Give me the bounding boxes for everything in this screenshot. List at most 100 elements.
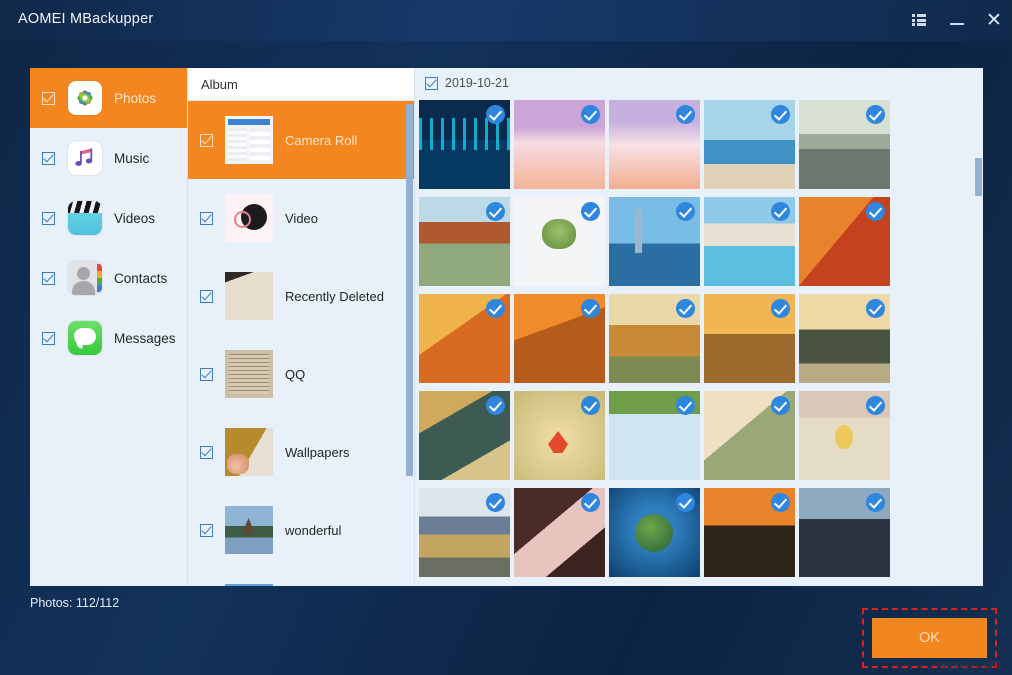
album-item-label: Camera Roll xyxy=(285,133,357,148)
album-thumbnail xyxy=(225,584,273,586)
photo-selected-icon[interactable] xyxy=(676,105,695,124)
album-checkbox[interactable] xyxy=(200,134,213,147)
photo-selected-icon[interactable] xyxy=(581,493,600,512)
album-scrollbar-thumb[interactable] xyxy=(406,104,413,476)
photo-thumbnail[interactable] xyxy=(799,391,890,480)
videos-checkbox[interactable] xyxy=(42,212,55,225)
photo-thumbnail[interactable] xyxy=(609,391,700,480)
photo-thumbnail[interactable] xyxy=(609,100,700,189)
photo-selected-icon[interactable] xyxy=(771,105,790,124)
photo-selected-icon[interactable] xyxy=(676,396,695,415)
photo-thumbnail[interactable] xyxy=(704,294,795,383)
photo-thumbnail[interactable] xyxy=(704,488,795,577)
photo-thumbnail[interactable] xyxy=(799,488,890,577)
album-item-video[interactable]: Video xyxy=(188,179,414,257)
photo-thumbnail[interactable] xyxy=(419,294,510,383)
album-checkbox[interactable] xyxy=(200,446,213,459)
photo-thumbnail[interactable] xyxy=(419,488,510,577)
messages-checkbox[interactable] xyxy=(42,332,55,345)
album-thumbnail xyxy=(225,428,273,476)
photo-grid[interactable] xyxy=(419,100,983,586)
photo-selected-icon[interactable] xyxy=(581,105,600,124)
photo-selected-icon[interactable] xyxy=(866,202,885,221)
photo-selected-icon[interactable] xyxy=(676,299,695,318)
photo-thumbnail[interactable] xyxy=(609,488,700,577)
photo-selected-icon[interactable] xyxy=(866,105,885,124)
album-item-qq[interactable]: QQ xyxy=(188,335,414,413)
photo-thumbnail[interactable] xyxy=(514,294,605,383)
contacts-checkbox[interactable] xyxy=(42,272,55,285)
photo-selected-icon[interactable] xyxy=(486,396,505,415)
photo-selected-icon[interactable] xyxy=(771,396,790,415)
sidebar-item-label: Videos xyxy=(114,211,155,226)
photo-scrollbar-track[interactable] xyxy=(975,100,982,580)
album-item-recently-deleted[interactable]: Recently Deleted xyxy=(188,257,414,335)
ok-button[interactable]: OK xyxy=(872,618,987,658)
music-checkbox[interactable] xyxy=(42,152,55,165)
album-checkbox[interactable] xyxy=(200,212,213,225)
minimize-icon[interactable] xyxy=(944,8,970,32)
photo-thumbnail[interactable] xyxy=(704,391,795,480)
close-icon[interactable]: ✕ xyxy=(981,8,1007,32)
photo-thumbnail[interactable] xyxy=(704,100,795,189)
photo-thumbnail[interactable] xyxy=(609,294,700,383)
music-note-glyph xyxy=(68,141,102,175)
photo-thumbnail[interactable] xyxy=(419,197,510,286)
photo-selected-icon[interactable] xyxy=(866,493,885,512)
photo-selected-icon[interactable] xyxy=(486,202,505,221)
photo-thumbnail[interactable] xyxy=(799,294,890,383)
photo-thumbnail[interactable] xyxy=(704,197,795,286)
album-item-label: Video xyxy=(285,211,318,226)
list-icon[interactable] xyxy=(906,8,932,32)
photo-thumbnail[interactable] xyxy=(514,488,605,577)
album-list[interactable]: Camera Roll Video Recently Deleted xyxy=(188,101,414,586)
photo-thumbnail[interactable] xyxy=(419,100,510,189)
photo-selected-icon[interactable] xyxy=(866,299,885,318)
app-title: AOMEI MBackupper xyxy=(18,11,153,27)
photo-selected-icon[interactable] xyxy=(676,202,695,221)
photo-scrollbar-thumb[interactable] xyxy=(975,158,982,196)
sidebar-item-contacts[interactable]: Contacts xyxy=(30,248,187,308)
content-panel: Photos Music xyxy=(30,68,982,586)
album-item-camera-roll[interactable]: Camera Roll xyxy=(188,101,414,179)
photo-selected-icon[interactable] xyxy=(581,202,600,221)
photo-selected-icon[interactable] xyxy=(676,493,695,512)
photo-thumbnail[interactable] xyxy=(514,100,605,189)
album-item-label: QQ xyxy=(285,367,305,382)
sidebar-item-videos[interactable]: Videos xyxy=(30,188,187,248)
photo-selected-icon[interactable] xyxy=(581,396,600,415)
videos-icon xyxy=(68,201,102,235)
photo-thumbnail[interactable] xyxy=(514,391,605,480)
photos-icon xyxy=(68,81,102,115)
photo-thumbnail[interactable] xyxy=(609,197,700,286)
date-group-checkbox[interactable] xyxy=(425,77,438,90)
application-window: AOMEI MBackupper ✕ xyxy=(0,0,1012,675)
sidebar-item-photos[interactable]: Photos xyxy=(30,68,187,128)
album-checkbox[interactable] xyxy=(200,290,213,303)
album-checkbox[interactable] xyxy=(200,368,213,381)
photo-selected-icon[interactable] xyxy=(486,299,505,318)
contacts-icon xyxy=(68,261,102,295)
photo-thumbnail[interactable] xyxy=(419,391,510,480)
sidebar-item-label: Contacts xyxy=(114,271,167,286)
photo-selected-icon[interactable] xyxy=(771,493,790,512)
photo-selected-icon[interactable] xyxy=(866,396,885,415)
album-scrollbar-track[interactable] xyxy=(406,104,413,552)
photo-selected-icon[interactable] xyxy=(486,493,505,512)
photos-checkbox[interactable] xyxy=(42,92,55,105)
category-sidebar: Photos Music xyxy=(30,68,187,586)
photo-selected-icon[interactable] xyxy=(581,299,600,318)
sidebar-item-music[interactable]: Music xyxy=(30,128,187,188)
photo-thumbnail[interactable] xyxy=(799,100,890,189)
date-group-header[interactable]: 2019-10-21 xyxy=(415,68,983,98)
album-item-wallpapers[interactable]: Wallpapers xyxy=(188,413,414,491)
photo-thumbnail[interactable] xyxy=(799,197,890,286)
photo-thumbnail[interactable] xyxy=(514,197,605,286)
sidebar-item-messages[interactable]: Messages xyxy=(30,308,187,368)
photo-selected-icon[interactable] xyxy=(771,202,790,221)
photo-selected-icon[interactable] xyxy=(771,299,790,318)
album-item-wonderful[interactable]: wonderful xyxy=(188,491,414,569)
photo-selected-icon[interactable] xyxy=(486,105,505,124)
album-item-partial[interactable] xyxy=(188,569,414,586)
album-checkbox[interactable] xyxy=(200,524,213,537)
